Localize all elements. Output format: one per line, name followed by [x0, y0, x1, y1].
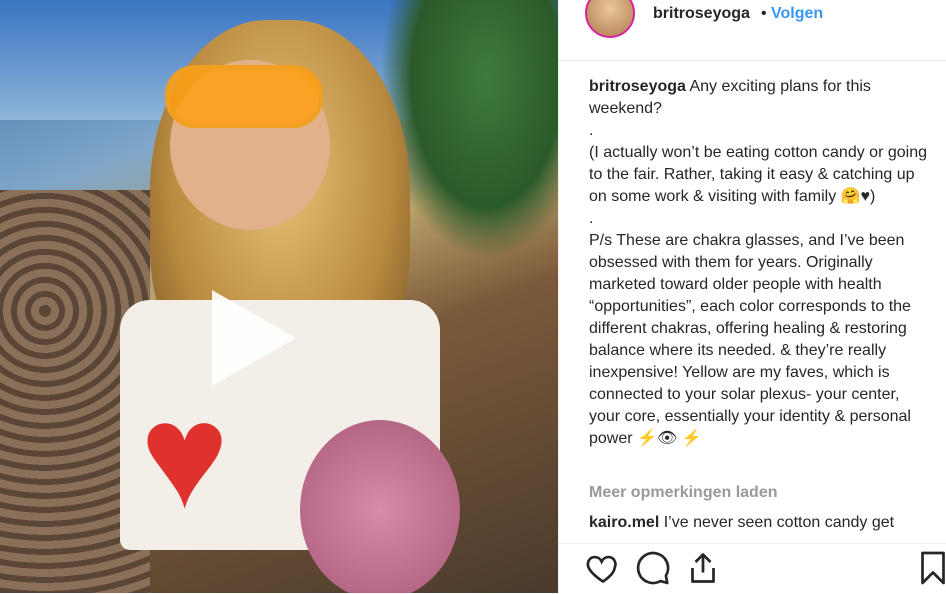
header-username[interactable]: britroseyoga [653, 5, 750, 23]
comment-icon[interactable] [635, 550, 671, 586]
video-heart: ♥ [140, 371, 230, 539]
caption-username[interactable]: britroseyoga [589, 78, 686, 95]
load-more-comments-button[interactable]: Meer opmerkingen laden [589, 484, 778, 502]
avatar[interactable] [585, 0, 635, 38]
comment-username[interactable]: kairo.mel [589, 514, 659, 531]
video-cotton-candy [300, 420, 460, 593]
post-header: britroseyoga • Volgen [559, 0, 946, 61]
video-glasses [165, 65, 323, 128]
heart-icon[interactable] [585, 550, 621, 586]
follow-button[interactable]: Volgen [771, 5, 823, 23]
caption-line-3: (I actually won’t be eating cotton candy… [589, 144, 927, 205]
play-icon[interactable] [212, 290, 296, 386]
caption-line-4: . [589, 210, 594, 227]
caption-line-2: . [589, 122, 594, 139]
post-sidebar: britroseyoga • Volgen britroseyoga Any e… [558, 0, 946, 593]
share-icon[interactable] [685, 550, 721, 586]
post-video[interactable]: ♥ [0, 0, 558, 593]
bookmark-icon[interactable] [915, 550, 946, 586]
comment-text: I’ve never seen cotton candy get [663, 514, 895, 531]
caption: britroseyoga Any exciting plans for this… [589, 76, 929, 450]
caption-line-1: britroseyoga Any exciting plans for this… [589, 78, 871, 117]
comment-item: kairo.mel I’ve never seen cotton candy g… [589, 514, 946, 536]
caption-line-5: P/s These are chakra glasses, and I’ve b… [589, 232, 911, 447]
header-separator: • [761, 5, 767, 22]
post-actions [559, 543, 946, 594]
